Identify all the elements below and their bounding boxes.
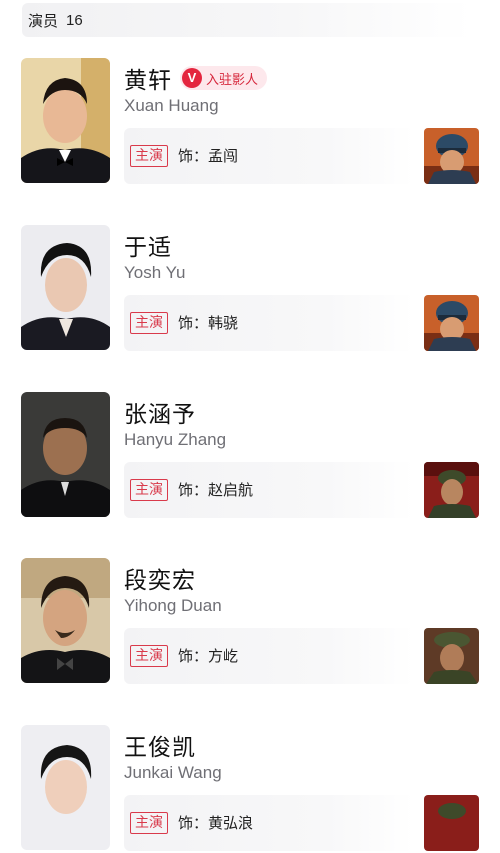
- actor-name[interactable]: 于适: [124, 228, 172, 262]
- cast-header: 演员 16: [22, 3, 472, 37]
- role-card[interactable]: 主演 饰：孟闯: [124, 128, 414, 184]
- actor-name[interactable]: 黄轩: [124, 61, 172, 95]
- actor-name[interactable]: 张涵予: [124, 395, 196, 429]
- verified-v-icon: V: [182, 68, 202, 88]
- actor-name[interactable]: 段奕宏: [124, 561, 196, 595]
- role-character: 饰：赵启航: [178, 481, 254, 499]
- role-card[interactable]: 主演 饰：黄弘浪: [124, 795, 414, 851]
- role-tag: 主演: [130, 645, 168, 667]
- actor-english-name: Yihong Duan: [124, 596, 222, 615]
- actor-row[interactable]: 张涵予 Hanyu Zhang 主演 饰：赵启航: [0, 392, 500, 520]
- soldier-poster[interactable]: [424, 462, 479, 518]
- soldier-poster[interactable]: [424, 795, 479, 851]
- actor-photo[interactable]: [21, 392, 110, 517]
- role-character: 饰：方屹: [178, 647, 239, 665]
- soldier-poster[interactable]: [424, 628, 479, 684]
- role-character: 饰：黄弘浪: [178, 814, 254, 832]
- actor-row[interactable]: 段奕宏 Yihong Duan 主演 饰：方屹: [0, 558, 500, 686]
- cast-header-label: 演员: [28, 11, 59, 30]
- firefighter-poster[interactable]: [424, 128, 479, 184]
- cast-count: 16: [66, 11, 83, 29]
- actor-photo[interactable]: [21, 725, 110, 850]
- actor-english-name: Xuan Huang: [124, 96, 219, 115]
- role-tag: 主演: [130, 312, 168, 334]
- actor-english-name: Junkai Wang: [124, 763, 222, 782]
- role-character: 饰：孟闯: [178, 147, 239, 165]
- actor-english-name: Yosh Yu: [124, 263, 186, 282]
- actor-photo[interactable]: [21, 225, 110, 350]
- actor-row[interactable]: 王俊凯 Junkai Wang 主演 饰：黄弘浪: [0, 725, 500, 853]
- role-character: 饰：韩骁: [178, 314, 239, 332]
- actor-name[interactable]: 王俊凯: [124, 728, 196, 762]
- firefighter-poster[interactable]: [424, 295, 479, 351]
- role-tag: 主演: [130, 479, 168, 501]
- actor-photo[interactable]: [21, 558, 110, 683]
- role-card[interactable]: 主演 饰：方屹: [124, 628, 414, 684]
- role-tag: 主演: [130, 145, 168, 167]
- actor-row[interactable]: 于适 Yosh Yu 主演 饰：韩骁: [0, 225, 500, 353]
- role-tag: 主演: [130, 812, 168, 834]
- actor-english-name: Hanyu Zhang: [124, 430, 227, 449]
- verified-badge: V 入驻影人: [180, 66, 268, 90]
- verified-badge-label: 入驻影人: [206, 72, 259, 88]
- actor-photo[interactable]: [21, 58, 110, 183]
- actor-row[interactable]: 黄轩 V 入驻影人 Xuan Huang 主演 饰：孟闯: [0, 58, 500, 186]
- role-card[interactable]: 主演 饰：韩骁: [124, 295, 414, 351]
- role-card[interactable]: 主演 饰：赵启航: [124, 462, 414, 518]
